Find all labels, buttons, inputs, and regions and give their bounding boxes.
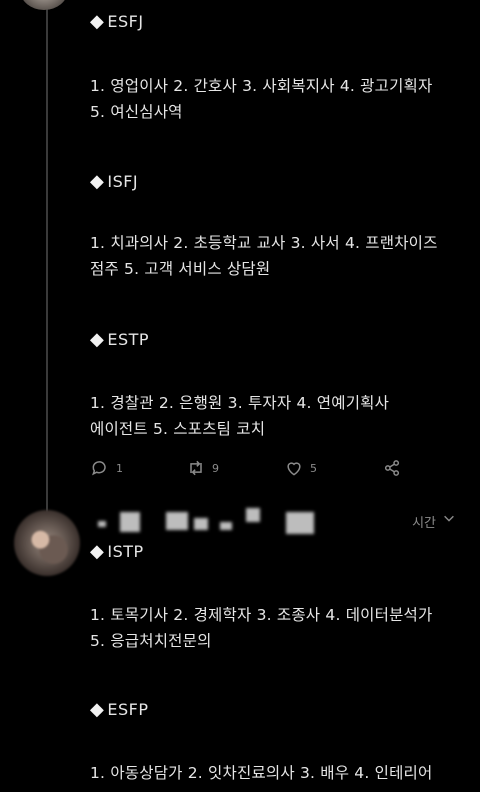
blurred-name	[220, 522, 232, 530]
section-heading: ESTP	[107, 330, 150, 349]
diamond-icon: ◆	[90, 329, 105, 350]
section-header: ◆ ESFJ	[90, 10, 468, 34]
diamond-icon: ◆	[90, 171, 105, 192]
tweet-text: 1. 영업이사 2. 간호사 3. 사회복지사 4. 광고기획자 5. 여신심사…	[90, 73, 468, 125]
share-icon	[384, 460, 400, 476]
blurred-name	[120, 512, 140, 532]
blurred-name	[286, 512, 314, 534]
tweet-line: 5. 응급처치전문의	[90, 632, 212, 650]
section-header: ◆ ESTP	[90, 328, 468, 352]
tweet-actions: 1 9 5	[90, 458, 410, 482]
retweet-icon	[190, 460, 202, 476]
chevron-down-icon[interactable]	[442, 511, 456, 525]
tweet-line: 점주 5. 고객 서비스 상담원	[90, 260, 271, 278]
tweet-text: 1. 아동상담가 2. 잇차진료의사 3. 배우 4. 인테리어	[90, 760, 468, 786]
avatar[interactable]	[20, 0, 68, 10]
tweet-line: 에이전트 5. 스포츠팀 코치	[90, 420, 266, 438]
blurred-name	[166, 512, 188, 530]
tweet-line: 5. 여신심사역	[90, 103, 183, 121]
retweet-count: 9	[212, 461, 219, 475]
timestamp: 시간	[412, 516, 436, 531]
tweet-line: 1. 아동상담가 2. 잇차진료의사 3. 배우 4. 인테리어	[90, 764, 433, 782]
diamond-icon: ◆	[90, 11, 105, 32]
tweet-text: 1. 토목기사 2. 경제학자 3. 조종사 4. 데이터분석가 5. 응급처치…	[90, 602, 468, 654]
comment-icon	[92, 461, 106, 476]
section-heading: ESFP	[107, 700, 149, 719]
tweet-line: 1. 치과의사 2. 초등학교 교사 3. 사서 4. 프랜차이즈	[90, 234, 438, 252]
thread-line	[46, 0, 48, 515]
share-button[interactable]	[382, 458, 402, 478]
tweet-line: 1. 영업이사 2. 간호사 3. 사회복지사 4. 광고기획자	[90, 77, 433, 95]
tweet-text: 1. 치과의사 2. 초등학교 교사 3. 사서 4. 프랜차이즈 점주 5. …	[90, 230, 468, 282]
section-heading: ESFJ	[107, 12, 144, 31]
section-heading: ISFJ	[107, 172, 139, 191]
section-header: ◆ ESFP	[90, 698, 468, 722]
tweet-line: 1. 경찰관 2. 은행원 3. 투자자 4. 연예기획사	[90, 394, 390, 412]
blurred-name	[246, 508, 260, 522]
avatar[interactable]	[14, 510, 80, 576]
reply-button[interactable]: 1	[90, 458, 123, 478]
tweet-author-row: 시간	[90, 508, 470, 534]
section-header: ◆ ISFJ	[90, 170, 468, 194]
like-button[interactable]: 5	[284, 458, 317, 478]
retweet-button[interactable]: 9	[186, 458, 219, 478]
section-header: ◆ ISTP	[90, 540, 468, 564]
reply-count: 1	[116, 461, 123, 475]
heart-icon	[287, 462, 301, 476]
diamond-icon: ◆	[90, 699, 105, 720]
tweet-text: 1. 경찰관 2. 은행원 3. 투자자 4. 연예기획사 에이전트 5. 스포…	[90, 390, 468, 442]
tweet-line: 1. 토목기사 2. 경제학자 3. 조종사 4. 데이터분석가	[90, 606, 433, 624]
like-count: 5	[310, 461, 317, 475]
blurred-name	[98, 521, 106, 527]
diamond-icon: ◆	[90, 541, 105, 562]
blurred-name	[194, 518, 208, 530]
section-heading: ISTP	[107, 542, 144, 561]
